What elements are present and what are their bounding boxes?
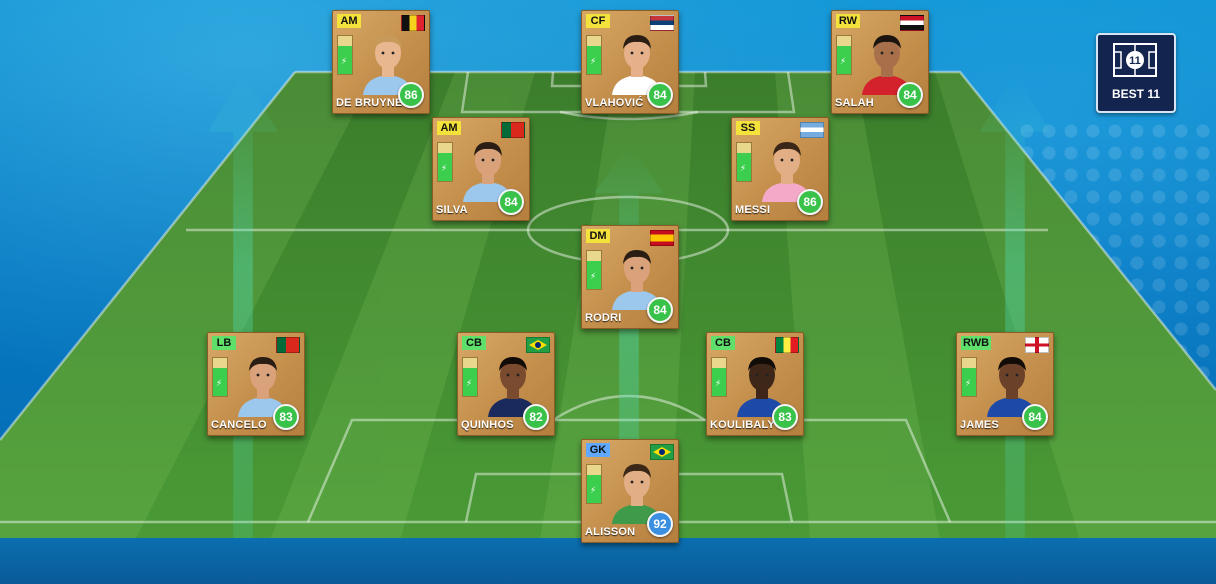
position-badge: GK — [586, 443, 610, 457]
position-badge: DM — [586, 229, 610, 243]
best-11-button[interactable]: 11 BEST 11 — [1096, 33, 1176, 113]
player-name: ALISSON — [585, 526, 636, 538]
rating-badge: 84 — [647, 82, 673, 108]
rating-badge: 84 — [1022, 404, 1048, 430]
rating-badge: 83 — [772, 404, 798, 430]
player-name: KOULIBALY — [710, 419, 775, 431]
player-card-vlahovic[interactable]: CF ⚡ VLAHOVIĆ 84 — [581, 10, 679, 114]
bolt-icon: ⚡ — [440, 163, 448, 173]
player-name: VLAHOVIĆ — [585, 97, 644, 109]
player-card-koulibaly[interactable]: CB ⚡ KOULIBALY 83 — [706, 332, 804, 436]
rating-badge: 82 — [523, 404, 549, 430]
player-name: MESSI — [735, 204, 771, 216]
player-card-silva[interactable]: AM ⚡ SILVA 84 — [432, 117, 530, 221]
player-name: SALAH — [835, 97, 874, 109]
bolt-icon: ⚡ — [714, 378, 722, 388]
rating-badge: 86 — [797, 189, 823, 215]
svg-text:11: 11 — [1129, 55, 1141, 67]
pitch-icon: 11 — [1113, 43, 1157, 77]
rating-badge: 84 — [897, 82, 923, 108]
player-card-debruyne[interactable]: AM ⚡ DE BRUYNE 86 — [332, 10, 430, 114]
rating-badge: 84 — [647, 297, 673, 323]
rating-badge: 83 — [273, 404, 299, 430]
position-badge: LB — [212, 336, 236, 350]
player-name: QUINHOS — [461, 419, 514, 431]
player-card-salah[interactable]: RW ⚡ SALAH 84 — [831, 10, 929, 114]
player-card-alisson[interactable]: GK ⚡ ALISSON 92 — [581, 439, 679, 543]
bottom-strip — [0, 538, 1216, 584]
player-name: JAMES — [960, 419, 999, 431]
player-card-rodri[interactable]: DM ⚡ RODRI 84 — [581, 225, 679, 329]
position-badge: CB — [711, 336, 735, 350]
position-badge: AM — [337, 14, 361, 28]
position-badge: AM — [437, 121, 461, 135]
rating-badge: 86 — [398, 82, 424, 108]
bolt-icon: ⚡ — [215, 378, 223, 388]
position-badge: RW — [836, 14, 860, 28]
bolt-icon: ⚡ — [839, 56, 847, 66]
player-card-james[interactable]: RWB ⚡ JAMES 84 — [956, 332, 1054, 436]
player-name: CANCELO — [211, 419, 267, 431]
position-badge: CF — [586, 14, 610, 28]
player-card-messi[interactable]: SS ⚡ MESSI 86 — [731, 117, 829, 221]
bolt-icon: ⚡ — [465, 378, 473, 388]
position-badge: CB — [462, 336, 486, 350]
player-name: RODRI — [585, 312, 622, 324]
bolt-icon: ⚡ — [964, 378, 972, 388]
bolt-icon: ⚡ — [589, 485, 597, 495]
rating-badge: 92 — [647, 511, 673, 537]
bolt-icon: ⚡ — [340, 56, 348, 66]
player-name: DE BRUYNE — [336, 97, 403, 109]
best-11-label: BEST 11 — [1111, 87, 1161, 101]
position-badge: SS — [736, 121, 760, 135]
player-name: SILVA — [436, 204, 468, 216]
bolt-icon: ⚡ — [739, 163, 747, 173]
player-card-cancelo[interactable]: LB ⚡ CANCELO 83 — [207, 332, 305, 436]
player-card-quinhos[interactable]: CB ⚡ QUINHOS 82 — [457, 332, 555, 436]
rating-badge: 84 — [498, 189, 524, 215]
bolt-icon: ⚡ — [589, 271, 597, 281]
bolt-icon: ⚡ — [589, 56, 597, 66]
